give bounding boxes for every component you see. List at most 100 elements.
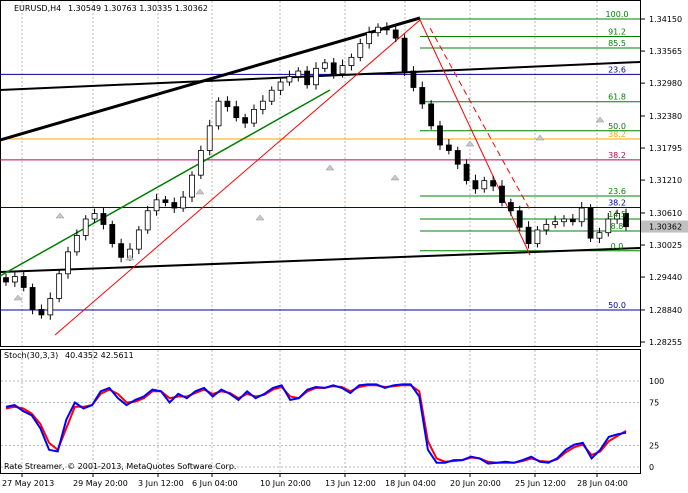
price-axis-label: 1.33565	[649, 47, 682, 56]
time-axis-label: 20 Jun 20:00	[450, 479, 501, 488]
candle-body	[499, 185, 505, 203]
candle-body	[419, 87, 426, 105]
candle-body	[100, 213, 107, 225]
candle-body	[481, 180, 488, 190]
fibo-level-label: 85.5	[608, 39, 626, 48]
candle-body	[277, 81, 284, 91]
candle-body	[11, 276, 18, 283]
candle-body	[348, 56, 355, 66]
stoch-level-label: 25	[649, 442, 659, 451]
price-axis-label: 1.34150	[649, 15, 682, 24]
time-axis-label: 13 Jun 12:00	[325, 479, 376, 488]
stochastic-values: 40.4352 42.5611	[65, 351, 134, 360]
time-axis-label: 6 Jun 04:00	[192, 479, 238, 488]
candle-body	[197, 150, 204, 176]
price-axis-label: 1.30610	[649, 209, 682, 218]
candle-body	[251, 109, 257, 124]
candle-body	[171, 202, 178, 209]
candle-body	[82, 218, 89, 236]
candle-body	[596, 232, 603, 239]
candle-body	[552, 221, 559, 225]
candle-body	[47, 298, 54, 316]
candle-body	[206, 125, 213, 151]
candle-body	[3, 277, 9, 283]
candle-body	[569, 218, 576, 223]
candle-body	[189, 174, 195, 198]
time-axis-label: 10 Jun 20:00	[260, 479, 311, 488]
candle-body	[490, 180, 497, 187]
time-axis-label: 3 Jun 12:00	[138, 479, 184, 488]
candle-body	[242, 117, 249, 124]
main-pane-frame	[0, 0, 641, 347]
candle-body	[268, 89, 275, 102]
stoch-level-label: 0	[649, 463, 654, 472]
candle-body	[144, 210, 151, 231]
price-axis-label: 1.30025	[649, 241, 682, 250]
candle-body	[286, 76, 293, 83]
candle-body	[180, 196, 187, 209]
candle-body	[543, 224, 550, 231]
candle-body	[259, 100, 266, 110]
price-axis-label: 1.32380	[649, 112, 682, 121]
price-axis-label: 1.29440	[649, 273, 682, 282]
candle-body	[304, 70, 311, 86]
candle-body	[463, 163, 470, 182]
fibo-level-label: 38.2	[608, 130, 626, 139]
candle-body	[135, 229, 142, 250]
candle-body	[65, 251, 71, 275]
price-axis-label: 1.31795	[649, 144, 682, 153]
candle-body	[73, 235, 80, 253]
chart-window[interactable]: 1.34150 1.33565 1.32980 1.32380 1.31795 1.312…	[0, 0, 688, 491]
fibo-level-label: 91.2	[608, 28, 626, 37]
candle-body	[445, 144, 452, 151]
time-axis-label: 28 Jun 04:00	[577, 479, 628, 488]
candle-body	[29, 287, 36, 310]
candle-body	[383, 26, 390, 31]
candle-body	[91, 213, 98, 220]
candle-body	[366, 32, 373, 45]
time-axis-label: 29 May 20:00	[73, 479, 128, 488]
fibo-level-label: 8.8	[611, 222, 624, 231]
candle-body	[109, 224, 116, 245]
candle-body	[330, 62, 337, 75]
candle-body	[454, 150, 461, 165]
stoch-level-label: 100	[649, 377, 664, 386]
candle-body	[472, 180, 479, 190]
candle-body	[578, 207, 585, 223]
candle-body	[233, 106, 240, 119]
candle-body	[401, 37, 408, 72]
stoch-pane-frame	[0, 349, 641, 474]
candle-body	[534, 229, 541, 245]
candle-body	[428, 103, 435, 127]
candle-body	[20, 276, 27, 288]
fibo-level-label: 23.6	[608, 187, 626, 196]
stoch-level-label: 75	[649, 399, 659, 408]
candle-body	[507, 202, 514, 212]
candle-body	[224, 100, 231, 108]
time-axis-label: 25 Jun 12:00	[515, 479, 566, 488]
candle-body	[437, 125, 443, 146]
fibo-level-label: 100.0	[606, 10, 629, 19]
stochastic-indicator-title: Stoch(30,3,3)	[4, 351, 58, 360]
candle-body	[118, 243, 125, 258]
candle-body	[56, 273, 63, 299]
candle-body	[516, 210, 523, 228]
candle-body	[339, 65, 346, 75]
price-axis-label: 1.28840	[649, 306, 682, 315]
candle-body	[321, 62, 328, 69]
price-axis-label: 1.28255	[649, 338, 682, 347]
fibo-level-label: 38.2	[608, 151, 626, 160]
current-price-label: 1.30362	[649, 223, 682, 232]
candle-body	[561, 218, 567, 223]
candle-body	[38, 308, 45, 316]
candle-body	[392, 29, 399, 39]
price-chart[interactable]: 1.34150 1.33565 1.32980 1.32380 1.31795 1.312…	[0, 0, 688, 491]
candle-body	[162, 199, 169, 203]
candle-body	[313, 67, 319, 86]
candle-body	[215, 100, 222, 127]
fibo-level-label: 23.6	[608, 65, 626, 74]
candle-body	[410, 70, 417, 88]
fibo-level-label: 0.0	[611, 242, 624, 251]
fibo-level-label: 61.8	[608, 93, 626, 102]
price-axis-label: 1.31210	[649, 176, 682, 185]
